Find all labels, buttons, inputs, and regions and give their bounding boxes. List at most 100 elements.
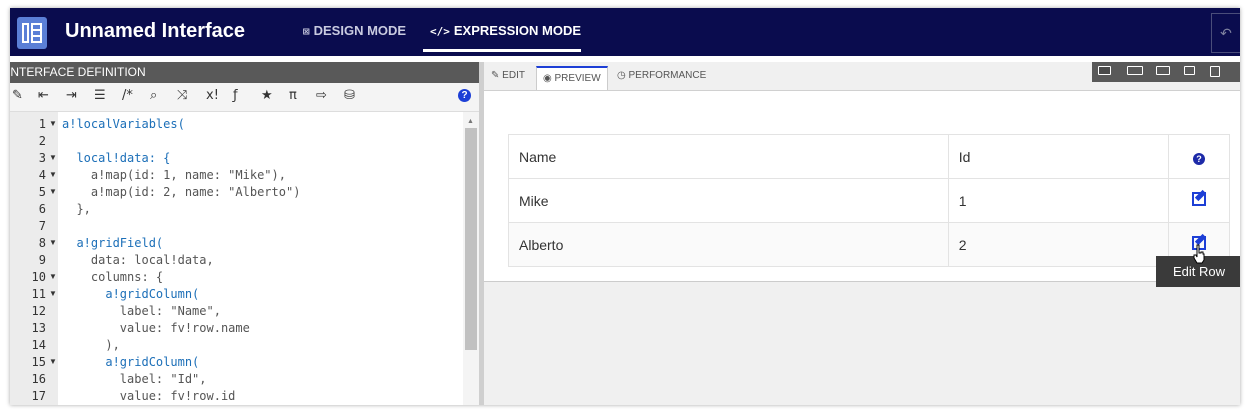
design-mode-label: DESIGN MODE <box>313 23 407 38</box>
line-gutter: 1 ▼ 2 3 ▼ 4 ▼ 5 ▼ 6 7 8 ▼ 9 10 ▼ 11 ▼ 12 13 14 … <box>10 112 58 405</box>
scrollbar-thumb[interactable] <box>465 128 477 350</box>
code-line: local!data: { <box>62 151 171 165</box>
code-line: a!map(id: 2, name: "Alberto") <box>62 185 301 199</box>
editor-scrollbar[interactable]: ▲ <box>463 112 479 405</box>
line-number: 17 <box>31 389 46 403</box>
code-line: value: fv!row.name <box>62 321 250 335</box>
fold-arrow-icon[interactable]: ▼ <box>49 272 57 281</box>
eye-icon: ◉ <box>543 73 555 84</box>
edit-icon: ✎ <box>491 70 503 81</box>
desktop-icon[interactable] <box>1127 66 1143 75</box>
line-number: 11 <box>31 287 46 301</box>
comment-icon[interactable]: /* <box>122 88 133 103</box>
edit-row-icon[interactable] <box>1192 192 1207 206</box>
tab-edit[interactable]: ✎ EDIT <box>491 70 525 81</box>
shuffle-icon[interactable]: ⤨ <box>177 88 187 103</box>
preview-area: Name Id ? Mike 1 Alberto 2 <box>484 91 1240 282</box>
editor-toolbar: ✎ ⇤ ⇥ ☰ /* ⌕ ⤨ x! ƒ ★ π ⇨ ⛁ ? <box>10 83 479 112</box>
line-number: 8 <box>38 236 46 250</box>
code-line: a!map(id: 1, name: "Mike"), <box>62 168 286 182</box>
cell-id: 1 <box>947 178 1170 223</box>
laptop-icon[interactable] <box>1156 66 1170 75</box>
grid-header-row: Name Id ? <box>508 134 1230 179</box>
column-header-help: ? <box>1168 134 1230 179</box>
design-icon: ⊠ <box>303 25 310 38</box>
line-number: 1 <box>38 117 46 131</box>
line-number: 5 <box>38 185 46 199</box>
top-header: Unnamed Interface ⊠ DESIGN MODE </> EXPRES… <box>10 8 1240 56</box>
line-number: 10 <box>31 270 46 284</box>
line-number: 7 <box>38 219 46 233</box>
line-number: 12 <box>31 304 46 318</box>
app-window: Unnamed Interface ⊠ DESIGN MODE </> EXPRES… <box>10 8 1240 405</box>
code-line: a!gridColumn( <box>62 287 200 301</box>
cell-id: 2 <box>947 222 1170 267</box>
code-line: }, <box>62 202 91 216</box>
clock-icon: ◷ <box>617 70 629 81</box>
code-line: ), <box>62 338 120 352</box>
fold-arrow-icon[interactable]: ▼ <box>49 238 57 247</box>
device-preview-bar <box>1092 62 1240 82</box>
preview-tabs: ✎ EDIT ◉ PREVIEW ◷ PERFORMANCE <box>484 62 1240 91</box>
expression-mode-tab[interactable]: </> EXPRESSION MODE <box>430 23 581 38</box>
fold-arrow-icon[interactable]: ▼ <box>49 153 57 162</box>
help-icon[interactable]: ? <box>458 89 471 102</box>
tab-preview[interactable]: ◉ PREVIEW <box>536 66 608 90</box>
fold-arrow-icon[interactable]: ▼ <box>49 289 57 298</box>
table-row: Alberto 2 <box>508 222 1230 267</box>
cell-action <box>1168 178 1230 223</box>
cell-name: Mike <box>508 178 949 223</box>
table-row: Mike 1 <box>508 178 1230 223</box>
indent-icon[interactable]: ⇥ <box>66 88 77 103</box>
line-number: 13 <box>31 321 46 335</box>
hand-cursor-icon <box>1193 244 1205 264</box>
search-icon[interactable]: ⌕ <box>150 88 157 103</box>
code-line: value: fv!row.id <box>62 389 236 403</box>
code-line: a!gridColumn( <box>62 355 200 369</box>
code-line: label: "Id", <box>62 372 207 386</box>
code-line: data: local!data, <box>62 253 214 267</box>
code-icon: </> <box>430 25 450 38</box>
export-icon[interactable]: ⇨ <box>316 88 327 103</box>
code-line: a!gridField( <box>62 236 164 250</box>
code-editor[interactable]: 1 ▼ 2 3 ▼ 4 ▼ 5 ▼ 6 7 8 ▼ 9 10 ▼ 11 ▼ 12 13 14 … <box>10 112 479 405</box>
fold-arrow-icon[interactable]: ▼ <box>49 187 57 196</box>
scroll-up-arrow-icon[interactable]: ▲ <box>467 118 474 125</box>
line-number: 14 <box>31 338 46 352</box>
help-icon[interactable]: ? <box>1193 152 1206 165</box>
tablet-icon[interactable] <box>1184 66 1195 75</box>
left-panel-title: INTERFACE DEFINITION <box>10 62 479 83</box>
function-icon[interactable]: ƒ <box>233 88 238 103</box>
fold-arrow-icon[interactable]: ▼ <box>49 170 57 179</box>
expression-mode-label: EXPRESSION MODE <box>453 23 582 38</box>
line-number: 15 <box>31 355 46 369</box>
x-icon[interactable]: x! <box>206 88 219 103</box>
active-mode-indicator <box>423 49 581 52</box>
outdent-icon[interactable]: ⇤ <box>38 88 49 103</box>
undo-button[interactable]: ↶ <box>1211 13 1240 53</box>
fold-arrow-icon[interactable]: ▼ <box>49 357 57 366</box>
code-line: a!localVariables( <box>62 117 185 131</box>
line-number: 4 <box>38 168 46 182</box>
code-line: label: "Name", <box>62 304 221 318</box>
app-title: Unnamed Interface <box>65 20 246 42</box>
column-header-name[interactable]: Name <box>508 134 949 179</box>
interface-logo-icon <box>17 17 47 49</box>
phone-icon[interactable] <box>1210 66 1220 77</box>
line-number: 16 <box>31 372 46 386</box>
fold-arrow-icon[interactable]: ▼ <box>49 119 57 128</box>
code-line: columns: { <box>62 270 164 284</box>
tab-performance[interactable]: ◷ PERFORMANCE <box>617 70 706 81</box>
column-header-id[interactable]: Id <box>947 134 1170 179</box>
database-search-icon[interactable]: ⛁ <box>344 88 355 103</box>
line-number: 9 <box>38 253 46 267</box>
fit-width-icon[interactable] <box>1098 66 1111 75</box>
preview-footer <box>484 282 1240 405</box>
magic-wand-icon[interactable]: ✎ <box>12 88 23 103</box>
design-mode-tab[interactable]: ⊠ DESIGN MODE <box>303 23 406 38</box>
cell-name: Alberto <box>508 222 949 267</box>
line-number: 6 <box>38 202 46 216</box>
format-icon[interactable]: ☰ <box>94 88 106 103</box>
pi-icon[interactable]: π <box>289 88 297 103</box>
star-icon[interactable]: ★ <box>261 88 273 103</box>
